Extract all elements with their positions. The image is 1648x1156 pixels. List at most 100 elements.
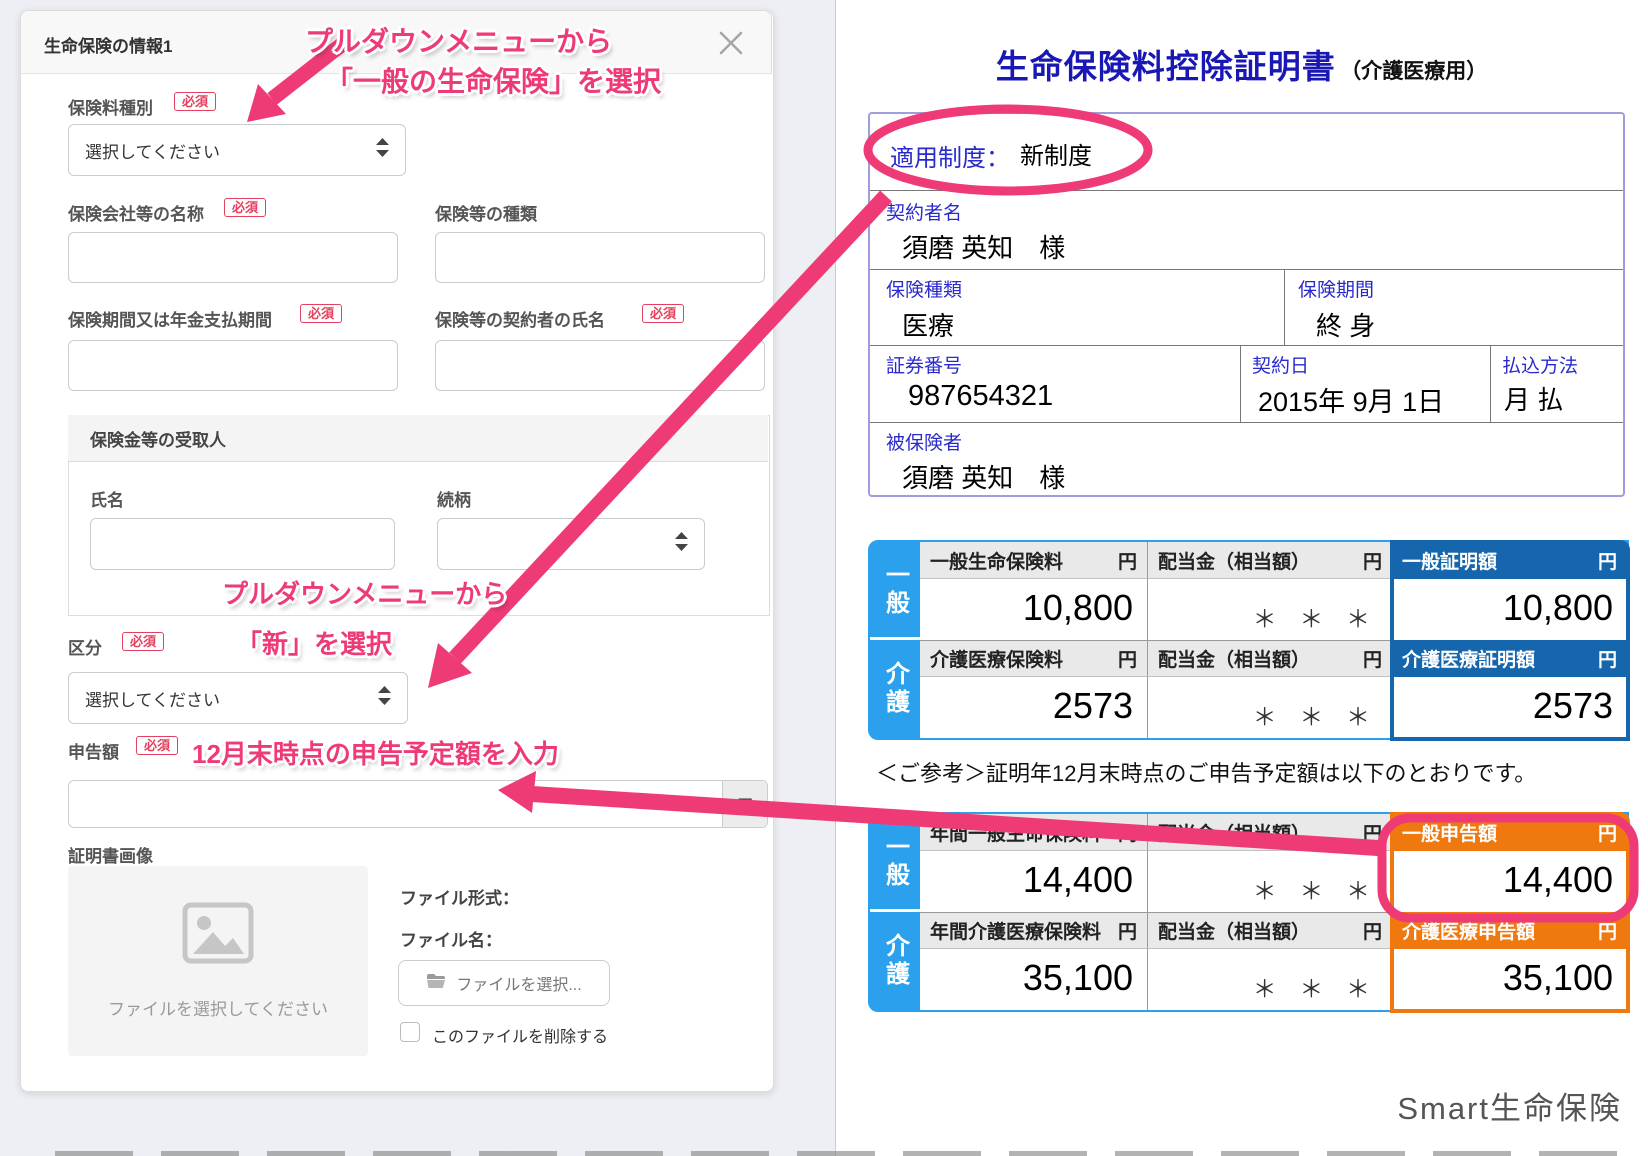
premium-header: 年間一般生命保険料円 (920, 814, 1147, 851)
applied-system-label: 適用制度： (890, 138, 1010, 173)
premium-value: 10,800 (920, 579, 1147, 640)
amount-input[interactable] (69, 781, 719, 827)
declared-header: 介護医療申告額円 (1392, 912, 1627, 949)
dividend-header: 配当金（相当額）円 (1147, 814, 1392, 851)
relationship-select[interactable] (437, 518, 705, 570)
delete-file-checkbox[interactable] (400, 1022, 420, 1042)
premium-type-select-value: 選択してください (85, 138, 220, 163)
insured-value: 須磨 英知 様 (902, 458, 1065, 495)
beneficiary-group-header: 保険金等の受取人 (68, 415, 768, 462)
row-band-kaigo: 介護 (870, 640, 920, 738)
payment-method-label: 払込方法 (1502, 351, 1578, 378)
certified-amount-table: 一般 介護 一般生命保険料円 配当金（相当額）円 一般証明額円 10,800 ＊… (868, 540, 1629, 740)
insurance-type-label: 保険種類 (886, 275, 962, 302)
annotation-top-line2: 「一般の生命保険」を選択 (325, 60, 661, 100)
screen: 生命保険の情報1 保険料種別 必須 選択してください 保険会社等の名称 必須 保… (0, 0, 1648, 1156)
required-badge: 必須 (300, 304, 342, 323)
modal-title: 生命保険の情報1 (44, 32, 172, 57)
certificate-image-label: 証明書画像 (68, 842, 153, 867)
row-band-general: 一般 (870, 814, 920, 912)
premium-value: 2573 (920, 677, 1147, 738)
dividend-value: ＊ ＊ ＊ (1147, 677, 1392, 738)
contractor-name-label: 契約者名 (886, 198, 962, 225)
contract-date-value: 2015年 9月 1日 (1258, 380, 1444, 419)
insurance-period-value: 終 身 (1316, 306, 1375, 343)
contract-date-label: 契約日 (1252, 351, 1309, 378)
period-input[interactable] (68, 340, 398, 391)
policy-number-value: 987654321 (908, 380, 1053, 413)
beneficiary-group-label: 保険金等の受取人 (90, 426, 226, 451)
contractor-input[interactable] (435, 340, 765, 391)
certificate-title-suffix: （介護医療用） (1340, 60, 1487, 83)
annotation-kubun-line2: 「新」を選択 (236, 624, 392, 661)
close-icon[interactable] (716, 28, 746, 58)
annotation-kubun-line1: プルダウンメニューから (222, 574, 507, 611)
applied-system-value: 新制度 (1020, 136, 1092, 171)
dividend-header: 配当金（相当額）円 (1147, 640, 1392, 677)
insured-label: 被保険者 (886, 428, 962, 455)
file-drop-area[interactable]: ファイルを選択してください (68, 866, 368, 1056)
declared-value: 35,100 (1392, 949, 1627, 1010)
kubun-label: 区分 (68, 634, 102, 659)
certified-value: 2573 (1392, 677, 1627, 738)
insurance-kind-label: 保険等の種類 (435, 200, 537, 225)
annotation-top-line1: プルダウンメニューから (305, 20, 612, 60)
dividend-value: ＊ ＊ ＊ (1147, 579, 1392, 640)
certificate-title: 生命保険料控除証明書 （介護医療用） (835, 40, 1648, 88)
row-band-kaigo: 介護 (870, 912, 920, 1010)
file-select-button[interactable]: ファイルを選択... (398, 960, 610, 1006)
insurance-kind-input[interactable] (435, 232, 765, 283)
premium-type-label: 保険料種別 (68, 94, 153, 119)
annotation-amount: 12月末時点の申告予定額を入力 (192, 734, 559, 771)
company-input[interactable] (68, 232, 398, 283)
required-badge: 必須 (174, 92, 216, 111)
select-chevron-icon (378, 686, 391, 710)
bottom-edge-decoration (55, 1151, 1635, 1156)
declared-header: 一般申告額円 (1392, 814, 1627, 851)
company-label: 保険会社等の名称 (68, 200, 204, 225)
payment-method-value: 月 払 (1504, 380, 1563, 417)
required-badge: 必須 (642, 304, 684, 323)
insurance-period-label: 保険期間 (1298, 275, 1374, 302)
amount-label: 申告額 (68, 738, 119, 763)
delete-file-label: このファイルを削除する (432, 1023, 608, 1047)
contractor-name-value: 須磨 英知 様 (902, 228, 1065, 265)
required-badge: 必須 (136, 736, 178, 755)
premium-type-select[interactable]: 選択してください (68, 124, 406, 176)
certified-header: 一般証明額円 (1392, 542, 1627, 579)
amount-input-group: 円 (68, 780, 768, 828)
premium-value: 35,100 (920, 949, 1147, 1010)
declared-value: 14,400 (1392, 851, 1627, 912)
premium-header: 一般生命保険料円 (920, 542, 1147, 579)
required-badge: 必須 (122, 632, 164, 651)
reference-note: ＜ご参考＞証明年12月末時点のご申告予定額は以下のとおりです。 (876, 756, 1536, 788)
premium-header: 介護医療保険料円 (920, 640, 1147, 677)
beneficiary-name-label: 氏名 (90, 486, 124, 511)
select-chevron-icon (675, 532, 688, 556)
brand-logo: Smart生命保険 (1397, 1083, 1622, 1128)
select-chevron-icon (376, 138, 389, 162)
declared-amount-table: 一般 介護 年間一般生命保険料円 配当金（相当額）円 一般申告額円 14,400… (868, 812, 1629, 1012)
amount-unit-addon: 円 (722, 781, 767, 827)
kubun-select[interactable]: 選択してください (68, 672, 408, 724)
file-placeholder-text: ファイルを選択してください (108, 995, 328, 1020)
dividend-header: 配当金（相当額）円 (1147, 912, 1392, 949)
certificate-info-box: 適用制度： 新制度 契約者名 須磨 英知 様 保険種類 医療 保険期間 終 身 … (868, 112, 1625, 497)
certificate-title-main: 生命保険料控除証明書 (996, 48, 1336, 85)
image-placeholder-icon (182, 902, 254, 969)
file-format-label: ファイル形式： (400, 884, 519, 909)
period-label: 保険期間又は年金支払期間 (68, 306, 272, 331)
file-name-label: ファイル名： (400, 926, 502, 951)
contractor-label: 保険等の契約者の氏名 (435, 306, 605, 331)
beneficiary-name-input[interactable] (90, 518, 395, 570)
premium-value: 14,400 (920, 851, 1147, 912)
premium-header: 年間介護医療保険料円 (920, 912, 1147, 949)
required-badge: 必須 (224, 198, 266, 217)
certified-header: 介護医療証明額円 (1392, 640, 1627, 677)
dividend-header: 配当金（相当額）円 (1147, 542, 1392, 579)
certified-value: 10,800 (1392, 579, 1627, 640)
folder-icon (426, 973, 446, 994)
row-band-general: 一般 (870, 542, 920, 640)
file-select-button-label: ファイルを選択... (456, 971, 581, 995)
dividend-value: ＊ ＊ ＊ (1147, 851, 1392, 912)
